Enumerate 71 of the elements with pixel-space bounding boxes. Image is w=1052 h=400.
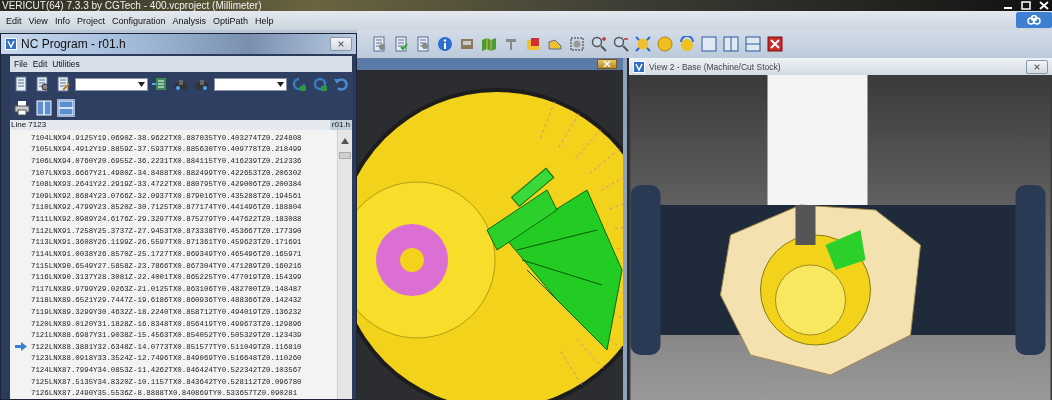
document-edit-button[interactable]	[54, 75, 72, 93]
app-logo-icon	[633, 60, 645, 73]
maximize-button[interactable]	[1018, 0, 1034, 11]
close-icon	[767, 36, 783, 52]
app-logo-icon	[5, 38, 17, 50]
dropdown-field[interactable]	[75, 77, 148, 91]
refresh-icon	[311, 76, 328, 92]
map-icon	[481, 36, 497, 52]
rotate-sphere-button[interactable]	[677, 34, 697, 54]
folder-color-icon	[525, 36, 541, 52]
fit-box-button[interactable]	[567, 34, 587, 54]
document-edit-icon	[54, 76, 71, 92]
scroll-thumb[interactable]	[339, 152, 351, 159]
refresh-button[interactable]	[311, 75, 329, 93]
menu-item[interactable]: Configuration	[111, 15, 166, 26]
line-number-label: Line 7123	[10, 120, 47, 130]
undo-icon	[332, 76, 349, 92]
zoom-out-icon	[613, 36, 629, 52]
menu-item[interactable]: Edit	[6, 15, 22, 26]
close-button[interactable]	[597, 59, 617, 69]
info-button[interactable]	[435, 34, 455, 54]
menu-item[interactable]: View	[28, 15, 48, 26]
window-title: VERICUT(64) 7.3.3 by CGTech - 400.vcproject (Millimeter)	[1, 0, 262, 11]
split-vertical-button[interactable]	[35, 99, 53, 117]
menu-item[interactable]: File	[14, 59, 28, 69]
rotate-sphere-icon	[679, 36, 695, 52]
close-icon	[603, 61, 611, 67]
fit-arrows-icon	[635, 36, 651, 52]
fit-arrows-button[interactable]	[633, 34, 653, 54]
list-arrow-button[interactable]	[151, 75, 169, 93]
printer-button[interactable]	[13, 99, 31, 117]
split-vertical-icon	[723, 36, 739, 52]
list-arrow-icon	[152, 76, 169, 92]
close-icon	[1033, 62, 1041, 71]
file-name-label: r01.h	[329, 120, 352, 130]
caret-icon	[137, 81, 145, 87]
window-title: NC Program - r01.h	[21, 37, 127, 51]
close-button[interactable]	[765, 34, 785, 54]
close-icon	[337, 40, 345, 48]
undo-button[interactable]	[332, 75, 349, 93]
info-icon	[437, 36, 453, 52]
scrollbar[interactable]	[337, 130, 352, 399]
split-horizontal-icon	[58, 100, 74, 116]
sphere-icon	[657, 36, 673, 52]
scroll-up-icon	[341, 138, 349, 144]
cloud-icon[interactable]	[1027, 15, 1041, 25]
printer-icon	[14, 100, 30, 116]
menu-item[interactable]: Info	[54, 15, 70, 26]
zoom-in-button[interactable]	[589, 34, 609, 54]
document-check-icon	[393, 36, 409, 52]
window-button[interactable]	[699, 34, 719, 54]
view-title: View 2 - Base (Machine/Cut Stock)	[649, 61, 782, 72]
sphere-button[interactable]	[655, 34, 675, 54]
dropdown-field[interactable]	[214, 77, 287, 91]
document-icon	[13, 76, 30, 92]
caret-icon	[276, 81, 284, 87]
menu-item[interactable]: Analysis	[172, 15, 206, 26]
fit-box-icon	[569, 36, 585, 52]
split-horizontal-icon	[745, 36, 761, 52]
refresh-check-icon	[291, 76, 308, 92]
window-icon	[701, 36, 717, 52]
menu-item[interactable]: OptiPath	[212, 15, 248, 26]
menu-item[interactable]: Help	[255, 15, 274, 26]
refresh-check-button[interactable]	[290, 75, 308, 93]
menu-item[interactable]: Project	[76, 15, 105, 26]
menu-item[interactable]: Edit	[32, 59, 48, 69]
zoom-in-icon	[591, 36, 607, 52]
document-button[interactable]	[13, 75, 30, 93]
menu-item[interactable]: Utilities	[52, 59, 80, 69]
zoom-out-button[interactable]	[611, 34, 631, 54]
split-vertical-icon	[36, 100, 52, 116]
